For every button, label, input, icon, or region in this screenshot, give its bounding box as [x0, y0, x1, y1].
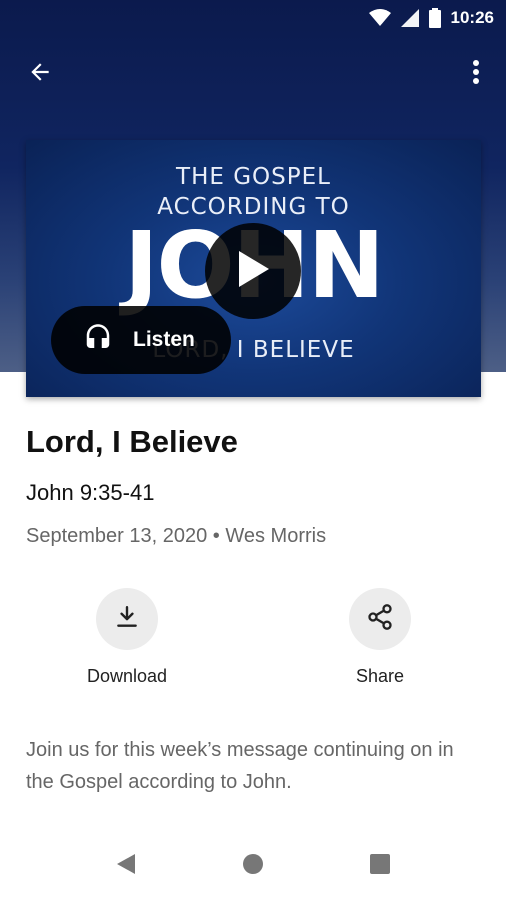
sermon-passage: John 9:35-41 — [26, 480, 155, 505]
listen-label: Listen — [133, 328, 195, 351]
nav-home-button[interactable] — [233, 850, 273, 882]
wifi-icon — [368, 9, 391, 27]
sermon-meta: September 13, 2020 • Wes Morris — [26, 525, 327, 547]
status-time: 10:26 — [450, 8, 494, 27]
play-icon — [235, 249, 271, 294]
app-bar — [0, 52, 506, 96]
navigation-bar — [0, 830, 506, 900]
battery-icon — [428, 8, 441, 28]
share-button[interactable]: Share — [315, 588, 445, 687]
nav-recents-button[interactable] — [360, 850, 400, 882]
sermon-title: Lord, I Believe — [26, 424, 238, 459]
listen-button[interactable]: Listen — [51, 306, 231, 374]
play-button[interactable] — [205, 223, 301, 319]
nav-back-icon — [115, 852, 137, 881]
sermon-description: Join us for this week’s message continui… — [26, 739, 454, 793]
signal-icon — [400, 9, 419, 27]
more-vert-icon — [472, 59, 480, 90]
status-bar: 10:26 — [0, 0, 506, 36]
arrow-back-icon — [27, 59, 53, 90]
share-circle — [349, 588, 411, 650]
back-button[interactable] — [20, 58, 60, 90]
download-icon — [114, 604, 140, 635]
nav-home-icon — [242, 853, 264, 880]
headphones-icon — [83, 323, 113, 358]
download-label: Download — [86, 666, 168, 686]
share-icon — [366, 603, 394, 636]
nav-back-button[interactable] — [106, 850, 146, 882]
share-label: Share — [355, 666, 405, 686]
nav-recents-icon — [369, 853, 391, 880]
artwork-line-1: THE GOSPEL — [176, 164, 331, 190]
download-button[interactable]: Download — [62, 588, 192, 687]
download-circle — [96, 588, 158, 650]
more-options-button[interactable] — [462, 58, 490, 90]
